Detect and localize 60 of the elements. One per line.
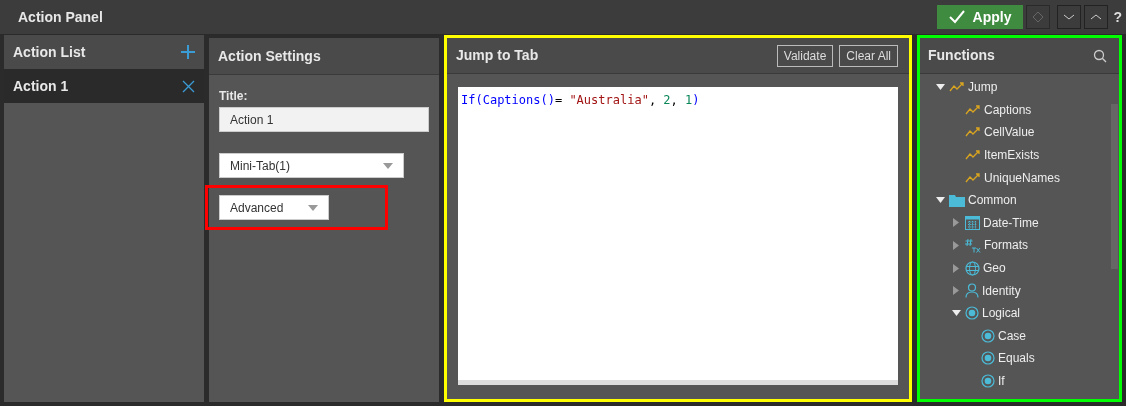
panel-title: Jump to Tab <box>456 46 539 65</box>
tree-item[interactable]: Logical <box>920 301 1111 325</box>
tree-item[interactable]: CellValue <box>920 121 1111 144</box>
checkmark-icon <box>948 10 965 24</box>
tree-item[interactable]: Common <box>920 188 1111 212</box>
tree-item[interactable]: Captions <box>920 98 1111 122</box>
trend-arrow-icon <box>965 126 981 139</box>
caret-icon <box>308 204 318 211</box>
radio-icon <box>965 306 979 321</box>
title-input-field[interactable]: Action 1 <box>219 107 429 132</box>
collapsed-arrow-icon[interactable] <box>953 218 959 228</box>
trend-arrow-icon <box>965 103 981 116</box>
expanded-arrow-icon[interactable] <box>951 310 961 317</box>
action-list-item[interactable]: Action 1 <box>4 69 204 103</box>
trend-arrow-icon <box>949 81 965 94</box>
apply-button[interactable]: Apply <box>936 5 1024 29</box>
chevron-down-icon[interactable] <box>1057 5 1082 29</box>
hash-tx-icon <box>965 237 981 253</box>
person-icon <box>965 283 979 299</box>
close-icon[interactable] <box>182 79 195 93</box>
tree-item[interactable]: Date-Time <box>920 211 1111 235</box>
trend-arrow-icon <box>965 149 981 162</box>
help-button[interactable]: ? <box>1113 6 1122 28</box>
tree-item[interactable]: Jump <box>920 76 1111 99</box>
dropdown[interactable]: Advanced <box>219 195 329 220</box>
code-editor[interactable]: If(Captions()= "Australia", 2, 1) <box>458 87 898 385</box>
globe-icon <box>965 260 980 276</box>
panel-title: Action Settings <box>218 46 321 66</box>
collapsed-arrow-icon[interactable] <box>953 240 959 250</box>
add-icon[interactable] <box>181 45 195 59</box>
tree-item[interactable]: Geo <box>920 256 1111 280</box>
tree-item[interactable]: If <box>920 369 1111 393</box>
radio-icon <box>981 351 995 366</box>
radio-icon <box>981 328 995 343</box>
trend-arrow-icon <box>965 171 981 184</box>
panel-title: Functions <box>928 46 995 65</box>
dropdown[interactable]: Mini-Tab(1) <box>219 153 404 178</box>
collapsed-arrow-icon[interactable] <box>953 263 959 273</box>
toolbar-button[interactable]: Validate <box>776 44 834 67</box>
expanded-arrow-icon[interactable] <box>935 197 945 204</box>
caret-icon <box>383 162 393 169</box>
item-label: Action 1 <box>13 76 69 96</box>
tree-item[interactable]: ItemExists <box>920 143 1111 167</box>
scrollbar[interactable] <box>1111 104 1118 269</box>
chevron-up-icon[interactable] <box>1084 5 1109 29</box>
collapsed-arrow-icon[interactable] <box>953 286 959 296</box>
tree-item[interactable]: Identity <box>920 279 1111 302</box>
window-title: Action Panel <box>18 7 103 27</box>
field-label: Title: <box>219 88 249 105</box>
toolbar-button[interactable]: Clear All <box>839 44 898 67</box>
panel-title: Action List <box>13 42 86 62</box>
expanded-arrow-icon[interactable] <box>935 84 945 91</box>
tree-item[interactable]: Case <box>920 324 1111 348</box>
tree-item[interactable]: Formats <box>920 234 1111 257</box>
calendar-icon <box>965 215 980 230</box>
search-icon[interactable] <box>1093 48 1107 63</box>
tree-item[interactable]: Equals <box>920 347 1111 370</box>
tree-item[interactable]: UniqueNames <box>920 166 1111 189</box>
folder-icon <box>949 193 965 207</box>
radio-icon <box>981 374 995 388</box>
